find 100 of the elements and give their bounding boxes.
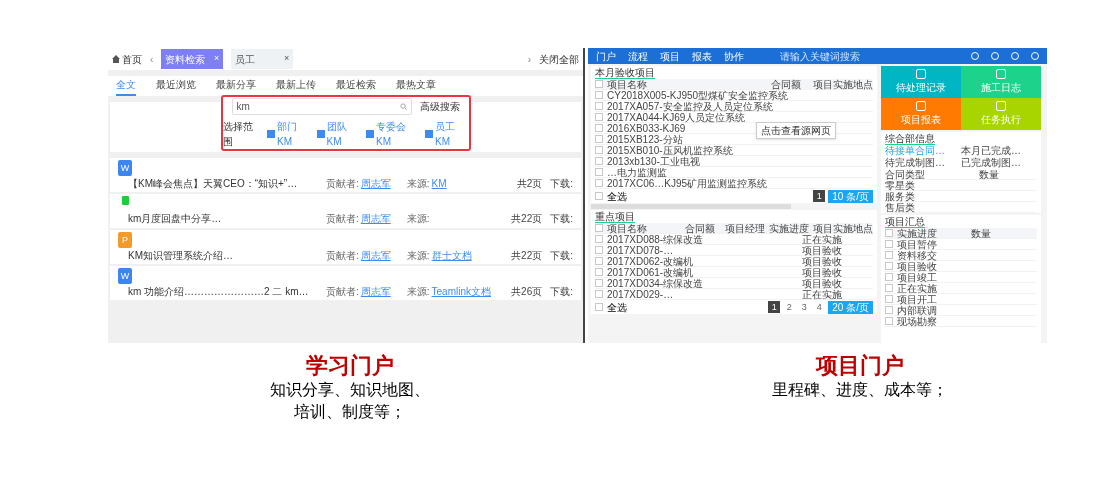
result-row[interactable]: W km 功能介绍……………………2 二 km… 贡献者: 周志军 来源: Teamlink文档 共26页 下载: bbox=[110, 266, 581, 300]
page-button[interactable]: 1 bbox=[813, 190, 826, 202]
checkbox[interactable] bbox=[595, 268, 603, 276]
scope-option[interactable]: 专委会KM bbox=[376, 118, 420, 149]
table-cell: 2016XB033-KJ69 bbox=[607, 122, 686, 134]
result-title[interactable]: KM知识管理系统介绍… bbox=[128, 248, 318, 263]
page-button[interactable]: 3 bbox=[798, 301, 811, 313]
home-tab[interactable]: 首页 bbox=[112, 51, 142, 67]
result-row[interactable]: W 【KM峰会焦点】天翼CEO：“知识+”… 贡献者: 周志军 来源: KM 共2页 下载: bbox=[110, 158, 581, 192]
nav-tab[interactable]: 最新分享 bbox=[216, 77, 256, 96]
close-icon[interactable]: × bbox=[214, 52, 220, 66]
checkbox[interactable] bbox=[595, 235, 603, 243]
search-field[interactable]: 请输入关键词搜索 bbox=[780, 48, 860, 64]
info-tab[interactable]: 待完成制图… bbox=[885, 157, 961, 169]
download-label: 下载: bbox=[550, 177, 573, 191]
slides-icon: P bbox=[118, 232, 132, 248]
checkbox[interactable] bbox=[595, 168, 603, 176]
scope-option[interactable]: 员工KM bbox=[435, 118, 469, 149]
scope-option[interactable]: 部门KM bbox=[277, 118, 311, 149]
checkbox[interactable] bbox=[885, 251, 893, 259]
page-button[interactable]: 4 bbox=[813, 301, 826, 313]
advanced-search-link[interactable]: 高级搜索 bbox=[419, 98, 460, 114]
checkbox[interactable] bbox=[595, 135, 603, 143]
nav-tab[interactable]: 全文 bbox=[116, 77, 136, 96]
contributor-link[interactable]: 周志军 bbox=[360, 248, 391, 263]
checkbox[interactable] bbox=[885, 273, 893, 281]
checkbox[interactable] bbox=[316, 129, 325, 138]
contributor-label: 贡献者: bbox=[326, 177, 359, 191]
scope-option[interactable]: 团队KM bbox=[326, 118, 360, 149]
checkbox[interactable] bbox=[595, 192, 603, 200]
checkbox[interactable] bbox=[595, 80, 603, 88]
checkbox[interactable] bbox=[425, 129, 434, 138]
result-row[interactable]: P KM知识管理系统介绍… 贡献者: 周志军 来源: 群士文档 共22页 下载: bbox=[110, 230, 581, 264]
result-title[interactable]: km月度回盘中分享… bbox=[128, 211, 318, 226]
checkbox[interactable] bbox=[885, 295, 893, 303]
page-tab[interactable]: 员工 × bbox=[231, 49, 294, 69]
checkbox[interactable] bbox=[885, 284, 893, 292]
table-cell: 正在实施 bbox=[897, 282, 937, 294]
page-button[interactable]: 1 bbox=[768, 301, 781, 313]
nav-tab[interactable]: 最近检索 bbox=[336, 77, 376, 96]
select-all-label[interactable]: 全选 bbox=[607, 188, 627, 204]
checkbox[interactable] bbox=[267, 129, 276, 138]
table-cell: 项目开工 bbox=[897, 293, 937, 305]
page-count: 共22页 bbox=[511, 249, 543, 263]
checkbox[interactable] bbox=[595, 146, 603, 154]
menu-item[interactable]: 协作 bbox=[724, 48, 744, 64]
page-button[interactable]: 2 bbox=[783, 301, 796, 313]
contributor-link[interactable]: 周志军 bbox=[360, 211, 391, 226]
download-label: 下载: bbox=[550, 249, 573, 263]
checkbox[interactable] bbox=[595, 91, 603, 99]
checkbox[interactable] bbox=[595, 303, 603, 311]
nav-tab[interactable]: 最近浏览 bbox=[156, 77, 196, 96]
search-field[interactable]: km bbox=[231, 97, 412, 115]
page-tab[interactable]: 资料检索 × bbox=[161, 49, 224, 69]
checkbox[interactable] bbox=[595, 246, 603, 254]
previous-button[interactable]: ‹ bbox=[150, 51, 154, 67]
column-header: 数量 bbox=[971, 227, 991, 239]
source-link[interactable]: Teamlink文档 bbox=[431, 284, 492, 299]
menu-item[interactable]: 门户 bbox=[596, 48, 616, 64]
checkbox[interactable] bbox=[885, 317, 893, 325]
checkbox[interactable] bbox=[885, 306, 893, 314]
source-link[interactable]: 群士文档 bbox=[431, 248, 472, 263]
checkbox[interactable] bbox=[885, 262, 893, 270]
checkbox[interactable] bbox=[595, 157, 603, 165]
checkbox[interactable] bbox=[595, 224, 603, 232]
contributor-link[interactable]: 周志军 bbox=[360, 176, 391, 191]
result-row[interactable]: km月度回盘中分享… 贡献者: 周志军 来源: 共22页 下载: bbox=[110, 194, 581, 228]
checkbox[interactable] bbox=[595, 257, 603, 265]
close-all-button[interactable]: 关闭全部 bbox=[539, 51, 579, 67]
checkbox[interactable] bbox=[595, 279, 603, 287]
table-cell: 正在实施 bbox=[802, 233, 842, 245]
checkbox[interactable] bbox=[595, 179, 603, 187]
home-icon bbox=[112, 55, 120, 63]
next-button[interactable]: › bbox=[527, 51, 531, 67]
checkbox[interactable] bbox=[595, 290, 603, 298]
result-title[interactable]: km 功能介绍……………………2 二 km… bbox=[128, 284, 318, 299]
checkbox[interactable] bbox=[885, 229, 893, 237]
menu-item[interactable]: 项目 bbox=[660, 48, 680, 64]
source-link[interactable]: KM bbox=[431, 176, 447, 191]
checkbox[interactable] bbox=[595, 113, 603, 121]
checkbox[interactable] bbox=[595, 124, 603, 132]
checkbox[interactable] bbox=[366, 129, 374, 138]
table-cell: CY2018X005-KJ950型煤矿安全监控系统 bbox=[607, 89, 789, 101]
result-title[interactable]: 【KM峰会焦点】天翼CEO：“知识+”… bbox=[128, 176, 318, 191]
select-all-label[interactable]: 全选 bbox=[607, 299, 627, 315]
source-label: 来源: bbox=[406, 212, 430, 226]
checkbox[interactable] bbox=[595, 102, 603, 110]
checkbox[interactable] bbox=[885, 240, 893, 248]
close-icon[interactable]: × bbox=[284, 52, 290, 66]
contributor-link[interactable]: 周志军 bbox=[360, 284, 391, 299]
nav-tab[interactable]: 最热文章 bbox=[396, 77, 436, 96]
scrollbar[interactable] bbox=[591, 204, 791, 209]
tile-icon bbox=[996, 101, 1006, 111]
info-tab[interactable]: 本月已完成… bbox=[961, 145, 1037, 157]
nav-tab[interactable]: 最新上传 bbox=[276, 77, 316, 96]
info-tab[interactable]: 已完成制图… bbox=[961, 157, 1037, 169]
table-cell: 2017XA044-KJ69人员定位系统 bbox=[607, 111, 746, 123]
menu-item[interactable]: 流程 bbox=[628, 48, 648, 64]
table-cell: 项目验收 bbox=[802, 255, 842, 267]
menu-item[interactable]: 报表 bbox=[692, 48, 712, 64]
